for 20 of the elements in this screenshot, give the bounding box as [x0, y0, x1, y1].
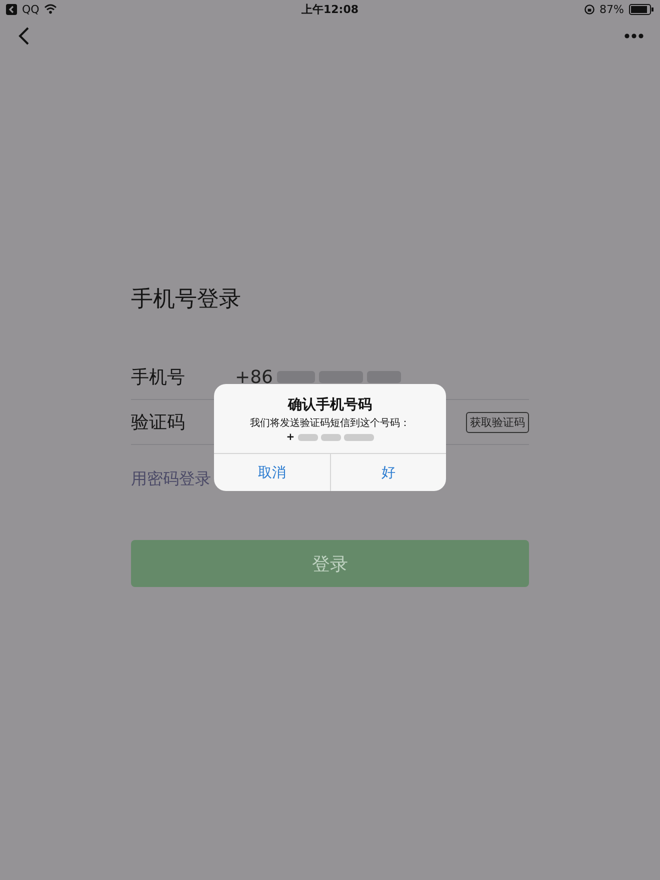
- dialog-button[interactable]: 好: [330, 454, 446, 491]
- dialog-title: 确认手机号码: [288, 396, 372, 414]
- password-login-link[interactable]: 用密码登录: [131, 469, 211, 490]
- rotation-lock-icon: [584, 4, 595, 14]
- dialog-message: 我们将发送验证码短信到这个号码：: [250, 416, 410, 430]
- dialog-phone-number: +: [286, 432, 374, 443]
- battery-icon: [628, 4, 654, 14]
- back-icon[interactable]: [18, 26, 30, 46]
- phone-field[interactable]: +86: [235, 366, 401, 388]
- status-time: 上午12:08: [301, 2, 358, 16]
- page-title: 手机号登录: [131, 286, 242, 314]
- wifi-icon: [44, 4, 58, 14]
- field-label: 手机号: [131, 366, 186, 389]
- field-label: 验证码: [131, 411, 186, 434]
- battery-percent: 87%: [600, 2, 624, 16]
- back-app-label[interactable]: QQ: [22, 2, 40, 16]
- get-code-button[interactable]: 获取验证码: [466, 412, 529, 432]
- back-app-icon[interactable]: [6, 4, 17, 14]
- dialog-button[interactable]: 取消: [214, 454, 330, 491]
- more-icon[interactable]: [624, 33, 644, 39]
